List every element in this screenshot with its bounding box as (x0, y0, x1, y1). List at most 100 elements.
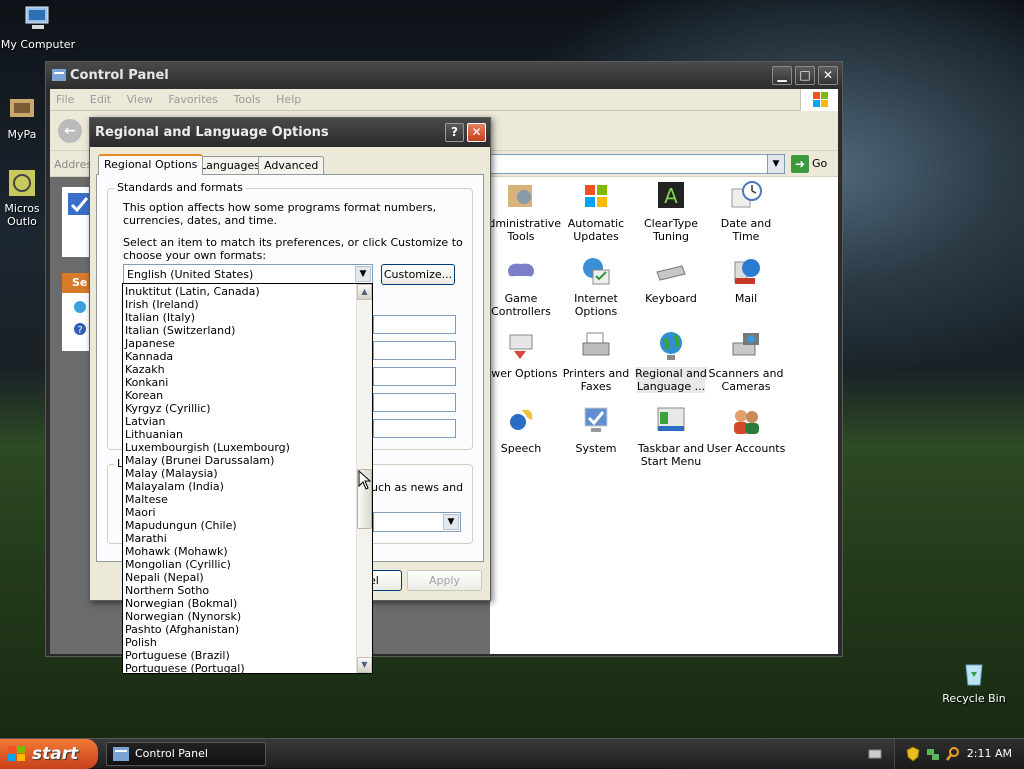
dropdown-option[interactable]: Lithuanian (123, 428, 357, 441)
dropdown-option[interactable]: Mongolian (Cyrillic) (123, 558, 357, 571)
dropdown-option[interactable]: Mohawk (Mohawk) (123, 545, 357, 558)
dropdown-option[interactable]: Inuktitut (Latin, Canada) (123, 285, 357, 298)
dropdown-option[interactable]: Malayalam (India) (123, 480, 357, 493)
back-button[interactable]: ← (58, 119, 82, 143)
menu-edit[interactable]: Edit (84, 89, 117, 110)
dropdown-option[interactable]: Malay (Brunei Darussalam) (123, 454, 357, 467)
power-options-icon (509, 334, 533, 359)
tab-advanced[interactable]: Advanced (258, 156, 325, 174)
cp-item-automatic-updates[interactable]: Automatic Updates (556, 179, 636, 243)
help-icon: ? (74, 323, 86, 336)
customize-button[interactable]: Customize... (381, 264, 455, 285)
dropdown-option[interactable]: Korean (123, 389, 357, 402)
cp-item-power-options[interactable]: ower Options (481, 329, 561, 380)
menu-tools[interactable]: Tools (228, 89, 267, 110)
scroll-down-button[interactable]: ▼ (357, 657, 372, 673)
menu-file[interactable]: File (50, 89, 80, 110)
cp-item-cleartype-tuning[interactable]: A ClearType Tuning (631, 179, 711, 243)
dropdown-option[interactable]: Pashto (Afghanistan) (123, 623, 357, 636)
format-select[interactable]: English (United States) ▼ (123, 264, 373, 284)
cp-item-user-accounts[interactable]: User Accounts (706, 404, 786, 455)
cp-item-scanners-and-cameras[interactable]: Scanners and Cameras (706, 329, 786, 393)
speech-icon (510, 409, 533, 430)
address-input[interactable]: ▼ (490, 154, 785, 174)
dropdown-option[interactable]: Irish (Ireland) (123, 298, 357, 311)
dropdown-option[interactable]: Italian (Italy) (123, 311, 357, 324)
windows-flag-icon (8, 746, 25, 761)
menu-view[interactable]: View (121, 89, 159, 110)
cp-item-keyboard[interactable]: Keyboard (631, 254, 711, 305)
dropdown-option[interactable]: Kazakh (123, 363, 357, 376)
dropdown-option[interactable]: Luxembourgish (Luxembourg) (123, 441, 357, 454)
search-icon[interactable] (945, 746, 961, 762)
cp-item-game-controllers[interactable]: Game Controllers (481, 254, 561, 318)
dialog-titlebar[interactable]: Regional and Language Options ? ✕ (90, 118, 490, 147)
dropdown-option[interactable]: Italian (Switzerland) (123, 324, 357, 337)
dialog-close-button[interactable]: ✕ (467, 123, 486, 142)
dropdown-option[interactable]: Kannada (123, 350, 357, 363)
cp-item-internet-options[interactable]: Internet Options (556, 254, 636, 318)
dropdown-option[interactable]: Nepali (Nepal) (123, 571, 357, 584)
cp-item-taskbar-and-start-menu[interactable]: Taskbar and Start Menu (631, 404, 711, 468)
start-button[interactable]: start (0, 739, 98, 769)
desktop-icon-label: Recycle Bin (942, 692, 1006, 705)
tab-languages[interactable]: Languages (194, 156, 267, 174)
printer-icon (582, 332, 610, 356)
dropdown-option[interactable]: Latvian (123, 415, 357, 428)
group-title: Standards and formats (114, 181, 246, 194)
dropdown-option[interactable]: Mapudungun (Chile) (123, 519, 357, 532)
menu-favorites[interactable]: Favorites (162, 89, 224, 110)
desktop-icon-outlook[interactable]: Micros Outlo (0, 167, 48, 228)
help-button[interactable]: ? (445, 123, 464, 142)
cp-item-speech[interactable]: Speech (481, 404, 561, 455)
minimize-button[interactable]: ▁ (772, 66, 792, 85)
cp-item-mail[interactable]: Mail (706, 254, 786, 305)
taskbar-button-control-panel[interactable]: Control Panel (106, 742, 266, 766)
maximize-button[interactable]: □ (795, 66, 815, 85)
dropdown-option[interactable]: Northern Sotho (123, 584, 357, 597)
computer-icon (25, 6, 49, 29)
cp-item-regional-and-language[interactable]: Regional and Language ... (631, 329, 711, 393)
dropdown-option[interactable]: Malay (Malaysia) (123, 467, 357, 480)
format-dropdown-list[interactable]: Inuktitut (Latin, Canada) Irish (Ireland)… (122, 283, 373, 674)
dropdown-option[interactable]: Marathi (123, 532, 357, 545)
cp-item-printers-and-faxes[interactable]: Printers and Faxes (556, 329, 636, 393)
cp-item-administrative-tools[interactable]: Administrative Tools (481, 179, 561, 243)
chevron-down-icon[interactable]: ▼ (355, 266, 371, 282)
dropdown-option[interactable]: Maltese (123, 493, 357, 506)
user-accounts-icon (734, 410, 759, 434)
dropdown-option[interactable]: Norwegian (Nynorsk) (123, 610, 357, 623)
dropdown-option[interactable]: Portuguese (Portugal) (123, 662, 357, 673)
go-button[interactable]: ➜ Go (791, 155, 827, 173)
dropdown-option[interactable]: Maori (123, 506, 357, 519)
chevron-down-icon[interactable]: ▼ (767, 155, 784, 173)
cp-item-date-and-time[interactable]: Date and Time (706, 179, 786, 243)
dropdown-option[interactable]: Kyrgyz (Cyrillic) (123, 402, 357, 415)
dropdown-option[interactable]: Portuguese (Brazil) (123, 649, 357, 662)
cp-item-system[interactable]: System (556, 404, 636, 455)
windows-update-icon (74, 301, 86, 313)
menu-help[interactable]: Help (270, 89, 307, 110)
system-tray: 2:11 AM (894, 739, 1024, 769)
security-shield-icon[interactable] (905, 746, 921, 762)
dropdown-option[interactable]: Konkani (123, 376, 357, 389)
dropdown-option[interactable]: Japanese (123, 337, 357, 350)
chevron-down-icon[interactable]: ▼ (443, 514, 459, 530)
dropdown-option[interactable]: Polish (123, 636, 357, 649)
scroll-up-button[interactable]: ▲ (357, 284, 372, 300)
keyboard-icon (656, 265, 686, 281)
address-label: Addres (54, 158, 93, 171)
location-select[interactable]: ▼ (373, 512, 461, 532)
network-icon[interactable] (925, 746, 941, 762)
dialog-title: Regional and Language Options (95, 125, 329, 140)
desktop-icon-recycle-bin[interactable]: Recycle Bin (936, 657, 1012, 705)
sample-number-field (373, 315, 456, 334)
apply-button[interactable]: Apply (407, 570, 482, 591)
keyboard-tray-icon[interactable] (868, 747, 882, 761)
dropdown-option[interactable]: Norwegian (Bokmal) (123, 597, 357, 610)
folder-icon (10, 99, 34, 117)
close-button[interactable]: ✕ (818, 66, 838, 85)
control-panel-titlebar[interactable]: Control Panel ▁ □ ✕ (46, 62, 842, 89)
desktop-icon-my-computer[interactable]: My Computer (0, 3, 76, 51)
tab-regional-options[interactable]: Regional Options (98, 154, 204, 175)
